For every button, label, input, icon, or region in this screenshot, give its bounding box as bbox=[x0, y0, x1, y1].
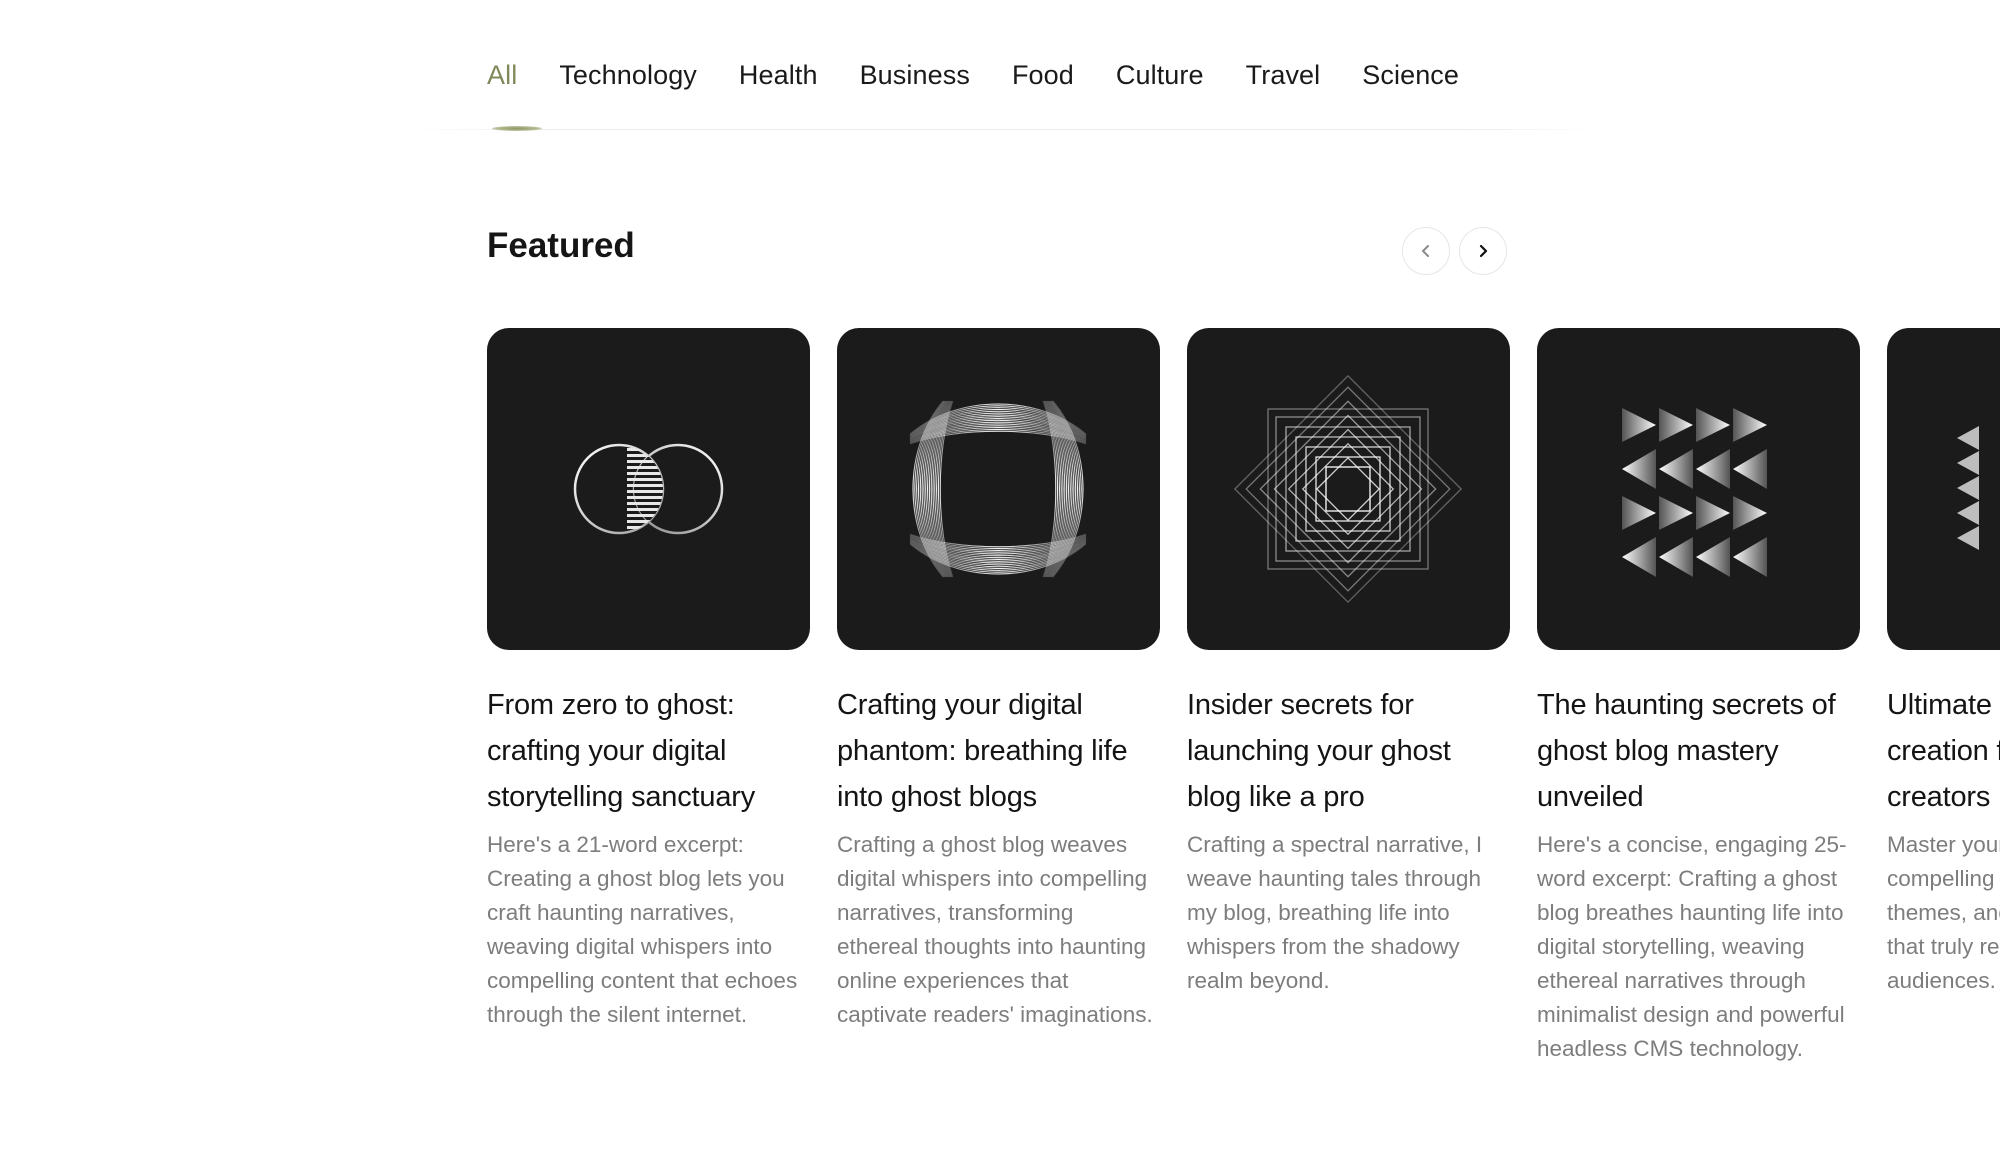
post-excerpt: Here's a concise, engaging 25-word excer… bbox=[1537, 832, 1847, 1061]
post-title[interactable]: Crafting your digital phantom: breathing… bbox=[837, 682, 1160, 820]
post-title[interactable]: From zero to ghost: crafting your digita… bbox=[487, 682, 810, 820]
post-card[interactable]: Crafting your digital phantom: breathing… bbox=[837, 328, 1160, 1032]
nested-squares-icon bbox=[1233, 374, 1463, 604]
post-excerpt: Master your craft with compelling storie… bbox=[1887, 832, 2000, 993]
carousel-prev-button[interactable] bbox=[1402, 227, 1450, 275]
post-card[interactable]: From zero to ghost: crafting your digita… bbox=[487, 328, 810, 1032]
post-thumbnail[interactable] bbox=[837, 328, 1160, 650]
section-title: Featured bbox=[487, 226, 635, 265]
post-excerpt: Here's a 21-word excerpt: Creating a gho… bbox=[487, 832, 798, 1027]
curved-lines-icon bbox=[909, 400, 1087, 578]
chevron-right-icon bbox=[1479, 244, 1488, 258]
post-thumbnail[interactable] bbox=[1187, 328, 1510, 650]
post-card[interactable]: The haunting secrets of ghost blog maste… bbox=[1537, 328, 1860, 1066]
active-tab-indicator bbox=[492, 126, 542, 131]
post-card[interactable]: Insider secrets for launching your ghost… bbox=[1187, 328, 1510, 998]
post-title[interactable]: Ultimate guide to content creation for g… bbox=[1887, 682, 2000, 820]
post-thumbnail[interactable] bbox=[1887, 328, 2000, 650]
chevron-left-icon bbox=[1422, 245, 1429, 257]
tab-health[interactable]: Health bbox=[739, 62, 818, 89]
tab-business[interactable]: Business bbox=[860, 62, 970, 89]
carousel-next-button[interactable] bbox=[1459, 227, 1507, 275]
category-nav: All Technology Health Business Food Cult… bbox=[487, 62, 1459, 89]
post-thumbnail[interactable] bbox=[1537, 328, 1860, 650]
nav-divider bbox=[410, 129, 1600, 130]
overlapping-circles-icon bbox=[573, 443, 724, 535]
tab-culture[interactable]: Culture bbox=[1116, 62, 1204, 89]
post-title[interactable]: The haunting secrets of ghost blog maste… bbox=[1537, 682, 1860, 820]
post-thumbnail[interactable] bbox=[487, 328, 810, 650]
post-excerpt: Crafting a spectral narrative, I weave h… bbox=[1187, 832, 1483, 993]
post-title[interactable]: Insider secrets for launching your ghost… bbox=[1187, 682, 1510, 820]
page: All Technology Health Business Food Cult… bbox=[0, 0, 2000, 1175]
tab-science[interactable]: Science bbox=[1362, 62, 1459, 89]
triangles-icon bbox=[1622, 408, 1767, 577]
post-card[interactable]: Ultimate guide to content creation for g… bbox=[1887, 328, 2000, 998]
tab-food[interactable]: Food bbox=[1012, 62, 1074, 89]
triangles-icon bbox=[1957, 426, 1979, 550]
post-excerpt: Crafting a ghost blog weaves digital whi… bbox=[837, 832, 1153, 1027]
tab-travel[interactable]: Travel bbox=[1246, 62, 1321, 89]
tab-technology[interactable]: Technology bbox=[559, 62, 697, 89]
tab-all[interactable]: All bbox=[487, 62, 517, 89]
